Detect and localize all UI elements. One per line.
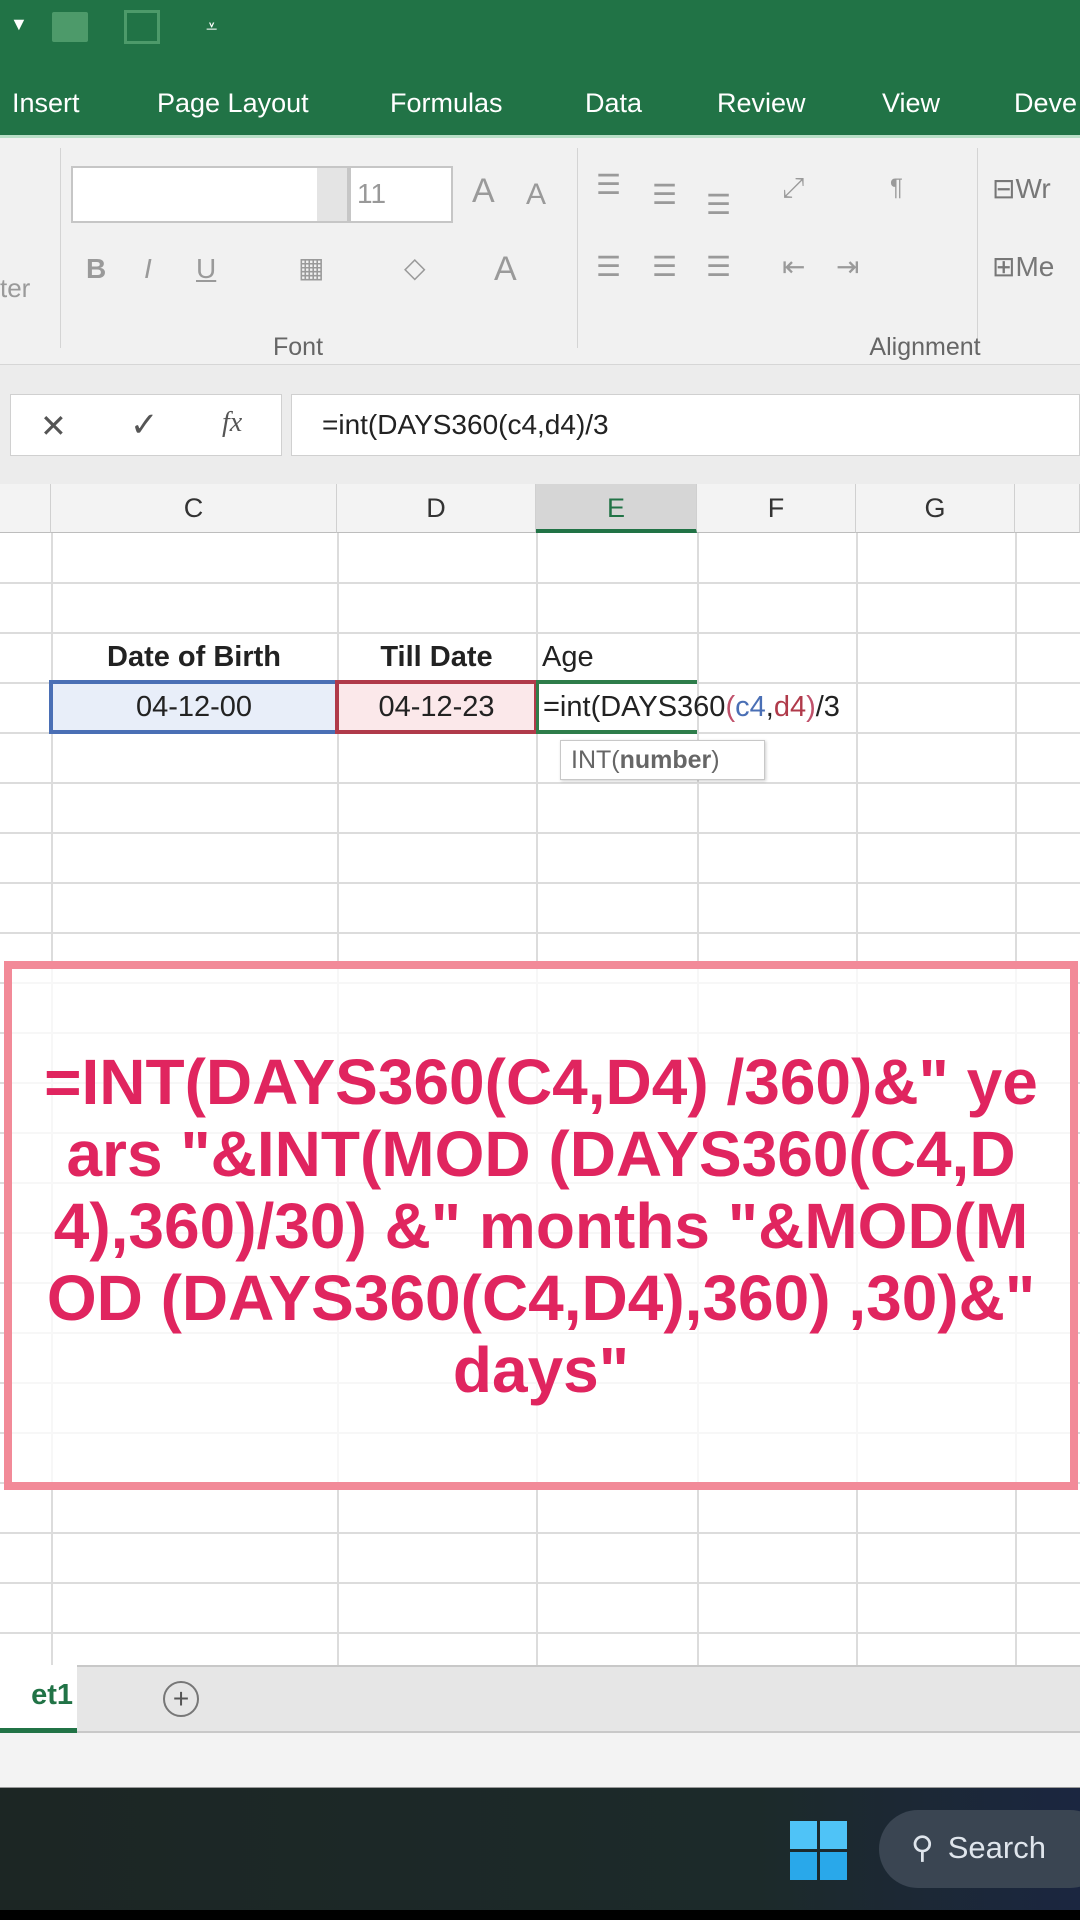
clipboard-partial-label: ter (0, 273, 31, 303)
tab-data[interactable]: Data (585, 88, 642, 119)
fill-color-icon[interactable]: ◇ (404, 251, 426, 284)
alignment-group-label: Alignment (869, 333, 981, 361)
orientation-icon[interactable]: ⤢ (782, 172, 804, 205)
align-right-icon[interactable]: ☰ (706, 250, 731, 283)
formula-paren: ( (725, 691, 736, 723)
grid-row-line (0, 582, 1080, 584)
search-label: Search (947, 1830, 1046, 1865)
tab-view[interactable]: View (882, 88, 940, 119)
sheet-tab-bar: et1 + (0, 1665, 1080, 1733)
increase-indent-icon[interactable]: ⇥ (836, 250, 859, 283)
italic-button[interactable]: I (144, 253, 152, 285)
font-size-input[interactable]: 11 (349, 166, 453, 223)
formula-text: =int(DAYS360 (543, 691, 726, 723)
align-top-icon[interactable]: ☰ (596, 168, 621, 201)
cancel-button[interactable]: ✕ (40, 407, 67, 445)
decrease-indent-icon[interactable]: ⇤ (782, 250, 805, 283)
tooltip-arg[interactable]: number (620, 746, 712, 774)
cell-e3[interactable]: Age (542, 632, 692, 682)
add-sheet-button[interactable]: + (163, 1681, 199, 1717)
column-header-b[interactable] (0, 484, 51, 533)
taskbar-search[interactable]: ⚲ Search (879, 1810, 1080, 1888)
wrap-text-label: Wr (1015, 173, 1051, 204)
function-tooltip: INT(number) (560, 740, 765, 780)
form-icon[interactable] (124, 10, 160, 44)
column-header-d[interactable]: D (337, 484, 536, 533)
merge-center-button[interactable]: ⊞Me (992, 250, 1054, 283)
merge-label: Me (1015, 251, 1055, 282)
shrink-font-button[interactable]: A (526, 178, 546, 212)
grid-row-line (0, 1632, 1080, 1634)
column-header-g[interactable]: G (856, 484, 1015, 533)
insert-function-button[interactable]: fx (222, 407, 242, 439)
cell-d4[interactable]: 04-12-23 (335, 680, 538, 734)
align-bottom-icon[interactable]: ☰ (706, 188, 731, 221)
font-name-input[interactable] (71, 166, 349, 223)
dropdown-icon[interactable]: ▼ (10, 14, 28, 35)
tab-developer[interactable]: Deve (1014, 88, 1077, 119)
wrap-text-button[interactable]: ⊟Wr (992, 172, 1051, 205)
font-group-label: Font (272, 333, 324, 361)
grid-row-line (0, 1532, 1080, 1534)
ref-c4: c4 (735, 691, 766, 723)
customize-qat-icon[interactable]: ⩡ (206, 16, 217, 39)
formula-text: /3 (815, 691, 840, 723)
grid-row-line (0, 932, 1080, 934)
tooltip-fn: INT( (571, 746, 620, 774)
align-left-icon[interactable]: ☰ (596, 250, 621, 283)
formula-paren: ) (806, 691, 816, 723)
enter-button[interactable]: ✓ (130, 405, 159, 445)
ref-d4: d4 (773, 691, 807, 723)
cell-c3[interactable]: Date of Birth (51, 632, 337, 682)
font-color-button[interactable]: A (494, 250, 517, 289)
formula-bar: ✕ ✓ fx =int(DAYS360(c4,d4)/3 (0, 365, 1080, 484)
windows-start-icon[interactable] (790, 1821, 847, 1880)
search-icon: ⚲ (911, 1830, 934, 1865)
tooltip-close: ) (711, 746, 720, 774)
cell-d3[interactable]: Till Date (337, 632, 536, 682)
align-middle-icon[interactable]: ☰ (652, 178, 677, 211)
formula-comma: , (765, 691, 774, 723)
open-folder-icon[interactable] (52, 12, 88, 42)
column-header-c[interactable]: C (51, 484, 337, 533)
sheet-tab-sheet1[interactable]: et1 (0, 1665, 77, 1733)
status-bar (0, 1733, 1080, 1788)
tab-insert[interactable]: Insert (12, 88, 80, 119)
taskbar: ⚲ Search (0, 1788, 1080, 1910)
column-header-f[interactable]: F (697, 484, 856, 533)
ribbon: ter 11 A A B I U ▦ ◇ A ☰ ☰ ☰ ⤢ ¶ ☰ ☰ ☰ ⇤… (0, 135, 1080, 365)
grid-row-line (0, 1582, 1080, 1584)
tab-review[interactable]: Review (717, 88, 806, 119)
title-bar: ▼ ⩡ Insert Page Layout Formulas Data Rev… (0, 0, 1080, 135)
borders-icon[interactable]: ▦ (298, 251, 324, 284)
column-header-e[interactable]: E (536, 484, 697, 533)
grid-row-line (0, 882, 1080, 884)
align-center-icon[interactable]: ☰ (652, 250, 677, 283)
cell-c4[interactable]: 04-12-00 (49, 680, 339, 734)
bold-button[interactable]: B (86, 253, 106, 285)
grid-row-line (0, 832, 1080, 834)
tab-formulas[interactable]: Formulas (390, 88, 503, 119)
tab-page-layout[interactable]: Page Layout (157, 88, 309, 119)
grow-font-button[interactable]: A (472, 172, 495, 211)
grid-row-line (0, 782, 1080, 784)
text-direction-icon[interactable]: ¶ (890, 174, 903, 202)
cell-e4-editing[interactable]: =int(DAYS360(c4,d4)/3 (536, 680, 840, 734)
formula-overlay-text: =INT(DAYS360(C4,D4) /360)&" years "&INT(… (44, 1045, 1038, 1406)
column-header-h[interactable] (1015, 484, 1080, 533)
formula-overlay-box: =INT(DAYS360(C4,D4) /360)&" years "&INT(… (4, 961, 1078, 1490)
formula-input[interactable]: =int(DAYS360(c4,d4)/3 (291, 394, 1080, 456)
underline-button[interactable]: U (196, 253, 216, 285)
